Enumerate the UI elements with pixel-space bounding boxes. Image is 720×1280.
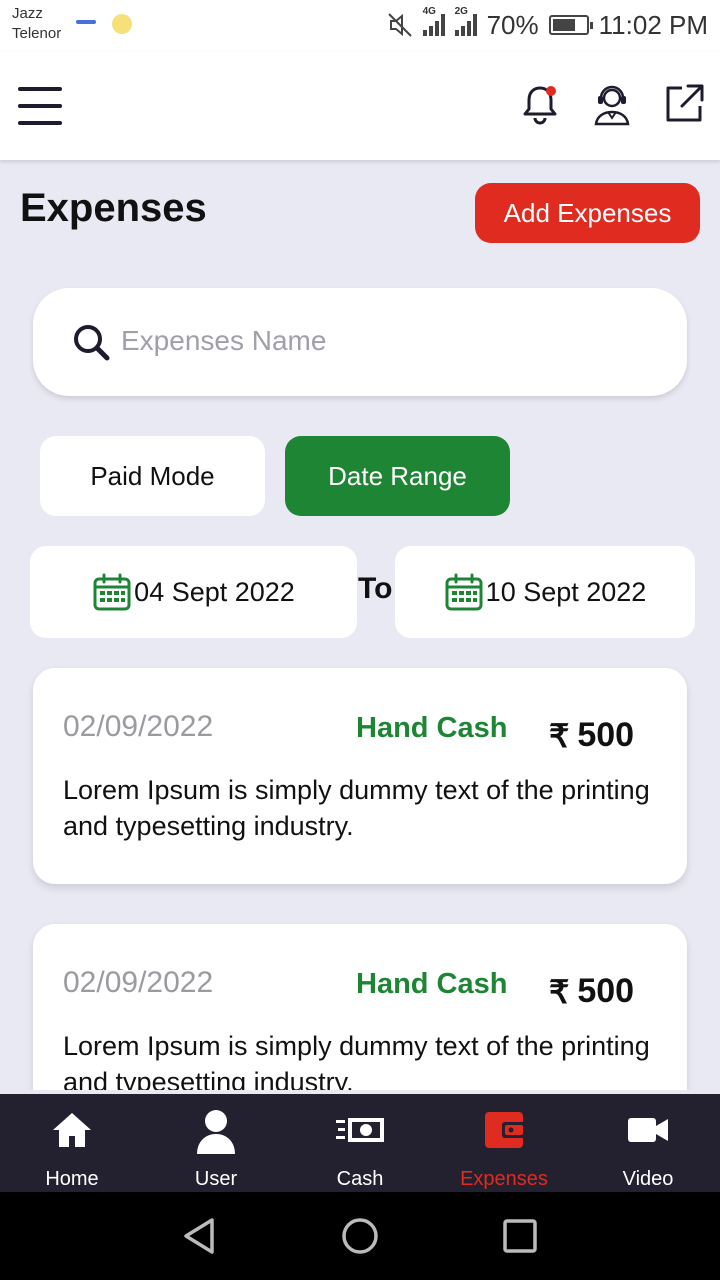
nav-item-cash[interactable]: Cash <box>288 1094 432 1192</box>
expense-card[interactable]: 02/09/2022 Hand Cash ₹ 500 Lorem Ipsum i… <box>33 668 687 884</box>
expense-description: Lorem Ipsum is simply dummy text of the … <box>63 775 650 841</box>
nav-label: Home <box>45 1168 99 1190</box>
notification-dot-icon <box>112 14 132 34</box>
expense-description: Lorem Ipsum is simply dummy text of the … <box>63 1031 650 1090</box>
date-from-value: 04 Sept 2022 <box>134 576 295 607</box>
signal-icon-2g: 2G <box>454 6 477 36</box>
network-type-2: 2G <box>454 6 468 17</box>
carrier-name-2: Telenor <box>12 25 62 42</box>
hamburger-menu-icon[interactable] <box>18 87 62 125</box>
expense-payment-mode: Hand Cash <box>356 968 508 1000</box>
user-icon <box>197 1110 235 1154</box>
expense-list[interactable]: 02/09/2022 Hand Cash ₹ 500 Lorem Ipsum i… <box>0 640 720 1090</box>
date-to-value: 10 Sept 2022 <box>485 576 647 607</box>
search-bar <box>33 288 687 396</box>
bottom-navigation: Home User Cash Expenses Video <box>0 1094 720 1192</box>
page-title: Expenses <box>20 186 207 230</box>
date-to-picker[interactable]: 10 Sept 2022 <box>395 546 695 638</box>
network-type-1: 4G <box>422 6 436 17</box>
carrier-name-1: Jazz <box>12 5 43 22</box>
calendar-icon <box>93 573 131 611</box>
expense-amount-value: 500 <box>577 972 635 1010</box>
expense-payment-mode: Hand Cash <box>356 712 508 744</box>
nav-item-video[interactable]: Video <box>576 1094 720 1192</box>
tab-date-range[interactable]: Date Range <box>285 436 510 516</box>
add-expenses-button[interactable]: Add Expenses <box>475 183 700 243</box>
expense-amount-value: 500 <box>577 716 635 754</box>
wallet-icon <box>485 1112 526 1148</box>
expense-amount: ₹ 500 <box>549 972 634 1011</box>
status-bar: Jazz Telenor 4G 2G 70% 11:02 PM <box>0 0 720 52</box>
nav-label: Cash <box>336 1168 384 1190</box>
expense-date: 02/09/2022 <box>63 966 214 999</box>
tab-paid-mode[interactable]: Paid Mode <box>40 436 265 516</box>
back-icon[interactable] <box>176 1212 224 1260</box>
home-icon <box>53 1113 91 1147</box>
carrier-info: Jazz Telenor <box>12 4 61 44</box>
support-agent-icon[interactable] <box>588 80 636 128</box>
nav-label: User <box>194 1168 238 1190</box>
search-input[interactable] <box>121 318 641 364</box>
video-camera-icon <box>628 1118 668 1142</box>
bell-icon[interactable] <box>516 80 564 128</box>
nav-item-expenses[interactable]: Expenses <box>432 1094 576 1192</box>
search-icon <box>74 325 110 361</box>
clock: 11:02 PM <box>598 9 708 40</box>
nav-item-user[interactable]: User <box>144 1094 288 1192</box>
app-bar <box>0 52 720 160</box>
rupee-icon: ₹ <box>549 717 570 754</box>
nav-item-home[interactable]: Home <box>0 1094 144 1192</box>
expense-date: 02/09/2022 <box>63 710 214 743</box>
date-from-picker[interactable]: 04 Sept 2022 <box>30 546 357 638</box>
recents-icon[interactable] <box>496 1212 544 1260</box>
signal-icon-4g: 4G <box>422 6 445 36</box>
nav-label: Video <box>622 1168 674 1190</box>
cash-icon <box>336 1118 384 1142</box>
status-icons: 4G 2G 70% 11:02 PM <box>387 6 708 42</box>
date-range-separator: To <box>358 572 393 605</box>
expense-card[interactable]: 02/09/2022 Hand Cash ₹ 500 Lorem Ipsum i… <box>33 924 687 1090</box>
expense-amount: ₹ 500 <box>549 716 634 755</box>
nav-label: Expenses <box>460 1168 548 1190</box>
external-link-icon[interactable] <box>660 80 708 128</box>
carrier-logo-icon <box>76 20 96 24</box>
system-navigation-bar <box>0 1192 720 1280</box>
calendar-icon <box>445 573 483 611</box>
battery-icon <box>548 15 593 35</box>
battery-percent: 70% <box>486 9 539 40</box>
mute-icon <box>387 13 412 37</box>
rupee-icon: ₹ <box>549 973 570 1010</box>
home-button-icon[interactable] <box>336 1212 384 1260</box>
